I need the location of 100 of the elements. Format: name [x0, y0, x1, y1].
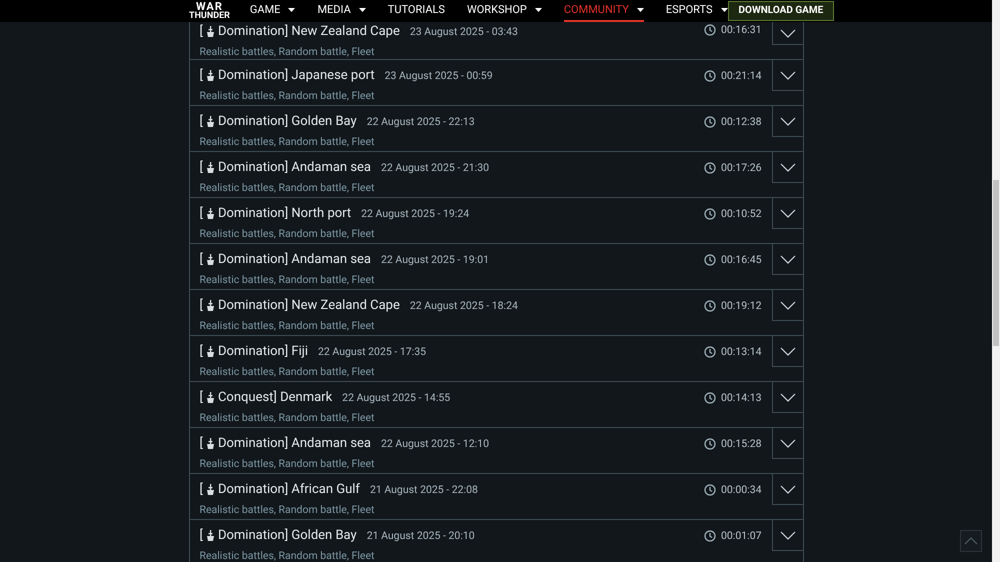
- battle-duration: 00:01:07: [721, 530, 762, 542]
- battle-tags: Realistic battles, Random battle, Fleet: [200, 272, 704, 288]
- battle-tags: Realistic battles, Random battle, Fleet: [200, 44, 704, 60]
- nav-item[interactable]: ESPORTS: [666, 0, 728, 22]
- clock-icon: [704, 438, 716, 450]
- expand-button[interactable]: [772, 106, 802, 137]
- battle-title[interactable]: [ Domination] Japanese port: [200, 66, 375, 86]
- battle-tags: Realistic battles, Random battle, Fleet: [200, 410, 704, 426]
- nav-item[interactable]: TUTORIALS: [388, 0, 445, 22]
- ship-icon: [206, 70, 215, 82]
- battle-date: 22 August 2025 - 12:10: [381, 436, 490, 452]
- battle-duration: 00:17:26: [721, 162, 762, 174]
- caret-icon: [358, 8, 366, 12]
- ship-icon: [206, 392, 215, 404]
- battle-title[interactable]: [ Domination] Fiji: [200, 342, 308, 362]
- battle-title[interactable]: [ Domination] New Zealand Cape: [200, 296, 400, 316]
- battle-tags: Realistic battles, Random battle, Fleet: [200, 318, 704, 334]
- clock-icon: [704, 530, 716, 542]
- battle-tags: Realistic battles, Random battle, Fleet: [200, 180, 704, 196]
- caret-icon: [636, 8, 644, 12]
- expand-button[interactable]: [772, 474, 802, 505]
- battle-title[interactable]: [ Domination] Andaman sea: [200, 158, 372, 178]
- battle-date: 23 August 2025 - 00:59: [384, 68, 493, 84]
- chevron-down-icon: [780, 254, 796, 264]
- clock-icon: [704, 24, 716, 36]
- clock-icon: [704, 254, 716, 266]
- battle-duration: 00:00:34: [721, 484, 762, 496]
- ship-icon: [206, 162, 215, 174]
- battle-date: 21 August 2025 - 20:10: [366, 528, 475, 544]
- chevron-down-icon: [780, 116, 796, 126]
- clock-icon: [704, 346, 716, 358]
- expand-button[interactable]: [772, 382, 802, 413]
- battle-duration: 00:16:31: [721, 24, 762, 36]
- nav-item[interactable]: GAME: [250, 0, 296, 22]
- nav-item[interactable]: WORKSHOP: [466, 0, 542, 22]
- scroll-top-button[interactable]: [960, 530, 982, 552]
- battle-date: 23 August 2025 - 03:43: [410, 24, 518, 40]
- chevron-down-icon: [780, 162, 796, 172]
- battle-tags: Realistic battles, Random battle, Fleet: [200, 134, 704, 150]
- battle-date: 22 August 2025 - 21:30: [381, 160, 490, 176]
- expand-button[interactable]: [772, 290, 802, 321]
- chevron-down-icon: [780, 392, 796, 402]
- download-button[interactable]: DOWNLOAD GAME: [728, 1, 834, 21]
- expand-button[interactable]: [772, 244, 802, 275]
- clock-icon: [704, 116, 716, 128]
- battle-title[interactable]: [ Conquest] Denmark: [200, 388, 332, 408]
- battle-title[interactable]: [ Domination] Golden Bay: [200, 526, 357, 546]
- ship-icon: [206, 254, 215, 266]
- clock-icon: [704, 392, 716, 404]
- battle-date: 22 August 2025 - 17:35: [318, 344, 426, 360]
- battle-date: 22 August 2025 - 19:01: [381, 252, 490, 268]
- caret-icon: [288, 8, 296, 12]
- ship-icon: [206, 346, 215, 358]
- battle-tags: Realistic battles, Random battle, Fleet: [200, 364, 704, 380]
- scrollbar-thumb[interactable]: [993, 180, 999, 346]
- battle-title[interactable]: [ Domination] Golden Bay: [200, 112, 357, 132]
- battle-duration: 00:12:38: [721, 116, 762, 128]
- clock-icon: [704, 484, 716, 496]
- expand-button[interactable]: [772, 152, 802, 183]
- clock-icon: [704, 70, 716, 82]
- battle-date: 21 August 2025 - 22:08: [370, 482, 478, 498]
- battle-duration: 00:16:45: [721, 254, 762, 266]
- ship-icon: [206, 530, 215, 542]
- nav-item[interactable]: COMMUNITY: [564, 0, 644, 22]
- battle-title[interactable]: [ Domination] New Zealand Cape: [200, 22, 400, 42]
- caret-icon: [720, 8, 728, 12]
- battle-tags: Realistic battles, Random battle, Fleet: [200, 456, 704, 472]
- expand-button[interactable]: [772, 22, 802, 45]
- ship-icon: [206, 300, 215, 312]
- clock-icon: [704, 162, 716, 174]
- logo[interactable]: WAR THUNDER: [189, 1, 230, 21]
- ship-icon: [206, 116, 215, 128]
- ship-icon: [206, 208, 215, 220]
- battle-tags: Realistic battles, Random battle, Fleet: [200, 548, 704, 562]
- chevron-up-icon: [964, 537, 978, 545]
- battle-duration: 00:13:14: [721, 346, 762, 358]
- ship-icon: [206, 438, 215, 450]
- battle-duration: 00:21:14: [721, 70, 762, 82]
- expand-button[interactable]: [772, 336, 802, 367]
- battle-tags: Realistic battles, Random battle, Fleet: [200, 226, 704, 242]
- clock-icon: [704, 208, 716, 220]
- expand-button[interactable]: [772, 428, 802, 459]
- chevron-down-icon: [780, 300, 796, 310]
- expand-button[interactable]: [772, 198, 802, 229]
- scrollbar[interactable]: [992, 0, 1000, 562]
- battle-title[interactable]: [ Domination] African Gulf: [200, 480, 360, 500]
- battle-date: 22 August 2025 - 19:24: [361, 206, 470, 222]
- expand-button[interactable]: [772, 60, 802, 91]
- battle-date: 22 August 2025 - 14:55: [342, 390, 450, 406]
- battle-title[interactable]: [ Domination] Andaman sea: [200, 250, 372, 270]
- nav-item[interactable]: MEDIA: [317, 0, 366, 22]
- chevron-down-icon: [780, 530, 796, 540]
- expand-button[interactable]: [772, 520, 802, 551]
- battle-title[interactable]: [ Domination] North port: [200, 204, 352, 224]
- battle-tags: Realistic battles, Random battle, Fleet: [200, 502, 704, 518]
- battle-date: 22 August 2025 - 22:13: [366, 114, 475, 130]
- battle-title[interactable]: [ Domination] Andaman sea: [200, 434, 372, 454]
- chevron-down-icon: [780, 484, 796, 494]
- chevron-down-icon: [780, 70, 796, 80]
- battle-tags: Realistic battles, Random battle, Fleet: [200, 88, 704, 104]
